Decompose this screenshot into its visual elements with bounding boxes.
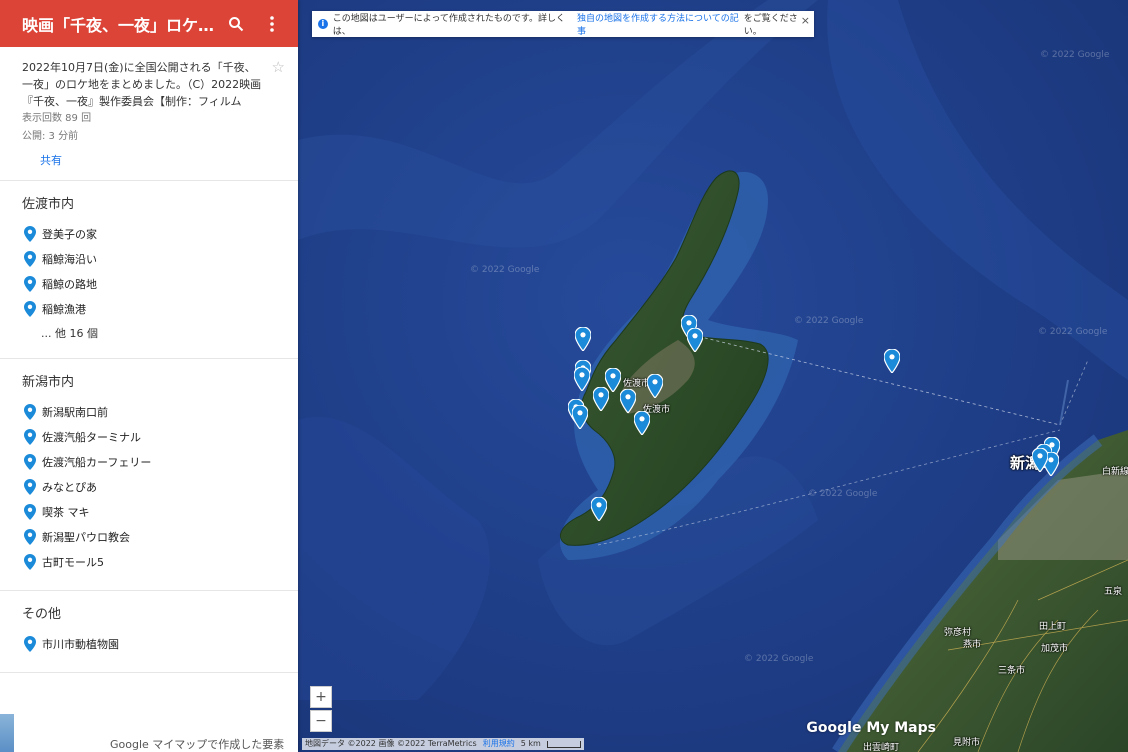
list-item[interactable]: 古町モール5 <box>0 549 298 574</box>
map-attribution: 地図データ ©2022 画像 ©2022 TerraMetrics 利用規約 5… <box>302 738 584 750</box>
place-label: 佐渡汽船ターミナル <box>42 430 141 444</box>
list-item[interactable]: 稲鯨海沿い <box>0 246 298 271</box>
terms-link[interactable]: 利用規約 <box>483 738 515 750</box>
place-label: 新潟聖パウロ教会 <box>42 530 130 544</box>
map-label-mitsuke: 見附市 <box>953 738 981 748</box>
map-title: 映画「千夜、一夜」ロケ地マップ <box>22 15 218 35</box>
map-label-sado: 佐渡市 <box>623 379 651 389</box>
map-label-gosen: 五泉 <box>1104 587 1123 597</box>
layer-title: 佐渡市内 <box>22 197 75 212</box>
map-marker[interactable] <box>1032 448 1048 472</box>
list-item[interactable]: 新潟駅南口前 <box>0 399 298 424</box>
map-marker[interactable] <box>620 389 636 413</box>
map-canvas[interactable]: © 2022 Google © 2022 Google © 2022 Googl… <box>298 0 1128 752</box>
user-map-notice: i この地図はユーザーによって作成されたものです。詳しくは、 独自の地図を作成す… <box>312 11 814 37</box>
location-pin-icon <box>24 528 36 545</box>
layer-title: その他 <box>22 607 62 622</box>
map-watermark: © 2022 Google <box>744 654 814 664</box>
layer-section-niigata: 新潟市内 新潟駅南口前 佐渡汽船ターミナル 佐渡汽船カーフェリー みなとぴあ 喫… <box>0 359 298 590</box>
list-item[interactable]: 佐渡汽船ターミナル <box>0 424 298 449</box>
scale-label: 5 km <box>520 739 541 748</box>
map-marker[interactable] <box>575 327 591 351</box>
map-marker[interactable] <box>591 497 607 521</box>
notice-text: この地図はユーザーによって作成されたものです。詳しくは、 <box>332 14 565 37</box>
place-label: みなとぴあ <box>42 480 97 494</box>
map-info: 2022年10月7日(金)に全国公開される「千夜、一夜」のロケ地をまとめました。… <box>0 47 298 178</box>
list-item[interactable]: 喫茶 マキ <box>0 499 298 524</box>
place-label: 登美子の家 <box>42 227 97 241</box>
published-time: 公開: 3 分前 <box>22 131 79 142</box>
layer-section-other: その他 市川市動植物園 <box>0 591 298 672</box>
close-icon[interactable]: × <box>801 14 810 27</box>
place-label: 佐渡汽船カーフェリー <box>42 455 152 469</box>
list-item[interactable]: 稲鯨漁港 <box>0 296 298 321</box>
google-my-maps-logo: Google My Maps <box>806 720 936 736</box>
map-watermark: © 2022 Google <box>808 489 878 499</box>
list-item[interactable]: 佐渡汽船カーフェリー <box>0 449 298 474</box>
share-button[interactable]: 共有 <box>40 152 62 168</box>
map-watermark: © 2022 Google <box>1038 327 1108 337</box>
sidebar-header: 映画「千夜、一夜」ロケ地マップ <box>0 0 298 47</box>
map-marker[interactable] <box>634 411 650 435</box>
list-item[interactable]: 新潟聖パウロ教会 <box>0 524 298 549</box>
location-pin-icon <box>24 250 36 267</box>
place-label: 稲鯨の路地 <box>42 277 97 291</box>
location-pin-icon <box>24 478 36 495</box>
list-item[interactable]: 稲鯨の路地 <box>0 271 298 296</box>
location-pin-icon <box>24 453 36 470</box>
location-pin-icon <box>24 225 36 242</box>
location-pin-icon <box>24 503 36 520</box>
map-description: 2022年10月7日(金)に全国公開される「千夜、一夜」のロケ地をまとめました。… <box>22 61 262 108</box>
notice-link[interactable]: 独自の地図を作成する方法についての記事 <box>577 11 744 37</box>
location-pin-icon <box>24 428 36 445</box>
attribution-text: 地図データ ©2022 画像 ©2022 TerraMetrics <box>305 739 477 748</box>
scale-bar <box>546 741 581 748</box>
layer-section-sado: 佐渡市内 登美子の家 稲鯨海沿い 稲鯨の路地 稲鯨漁港 ... 他 16 個 <box>0 181 298 358</box>
sidebar: 映画「千夜、一夜」ロケ地マップ 2022年10月7日(金)に全国公開される「千夜… <box>0 0 298 752</box>
map-marker[interactable] <box>593 387 609 411</box>
map-watermark: © 2022 Google <box>470 265 540 275</box>
info-icon: i <box>318 19 328 29</box>
map-marker[interactable] <box>687 328 703 352</box>
map-watermark: © 2022 Google <box>794 316 864 326</box>
map-marker[interactable] <box>884 349 900 373</box>
location-pin-icon <box>24 403 36 420</box>
location-pin-icon <box>24 635 36 652</box>
place-label: 稲鯨漁港 <box>42 302 86 316</box>
location-pin-icon <box>24 553 36 570</box>
map-label-tsubame: 燕市 <box>963 640 982 650</box>
list-item[interactable]: みなとぴあ <box>0 474 298 499</box>
place-label: 市川市動植物園 <box>42 637 119 651</box>
app-root: 映画「千夜、一夜」ロケ地マップ 2022年10月7日(金)に全国公開される「千夜… <box>0 0 1128 752</box>
list-item[interactable]: 登美子の家 <box>0 221 298 246</box>
divider <box>0 672 298 673</box>
zoom-out-button[interactable]: − <box>310 710 332 732</box>
location-pin-icon <box>24 275 36 292</box>
satellite-map <box>298 0 1128 752</box>
zoom-in-button[interactable]: + <box>310 686 332 708</box>
map-label-shirone: 白新線 <box>1102 467 1128 477</box>
view-count: 表示回数 89 回 <box>22 113 92 124</box>
map-label-sanjo: 三条市 <box>998 666 1026 676</box>
place-label: 新潟駅南口前 <box>42 405 108 419</box>
search-icon[interactable] <box>224 12 248 36</box>
place-label: 古町モール5 <box>42 555 104 569</box>
show-more-link[interactable]: ... 他 16 個 <box>0 321 298 346</box>
star-icon[interactable]: ☆ <box>272 58 285 76</box>
map-label-izumozaki: 出雲崎町 <box>863 743 900 752</box>
layer-title: 新潟市内 <box>22 375 75 390</box>
footer-text: Google マイマップで作成した要素 <box>110 738 285 751</box>
list-item[interactable]: 市川市動植物園 <box>0 631 298 656</box>
place-label: 喫茶 マキ <box>42 505 90 519</box>
map-label-tagami: 田上町 <box>1039 622 1067 632</box>
place-label: 稲鯨海沿い <box>42 252 97 266</box>
map-watermark: © 2022 Google <box>1040 50 1110 60</box>
location-pin-icon <box>24 300 36 317</box>
map-preview-thumb <box>0 714 14 752</box>
map-label-kamo: 加茂市 <box>1041 644 1069 654</box>
map-marker[interactable] <box>572 405 588 429</box>
more-vert-icon[interactable] <box>260 12 284 36</box>
map-marker[interactable] <box>647 374 663 398</box>
map-marker[interactable] <box>574 367 590 391</box>
